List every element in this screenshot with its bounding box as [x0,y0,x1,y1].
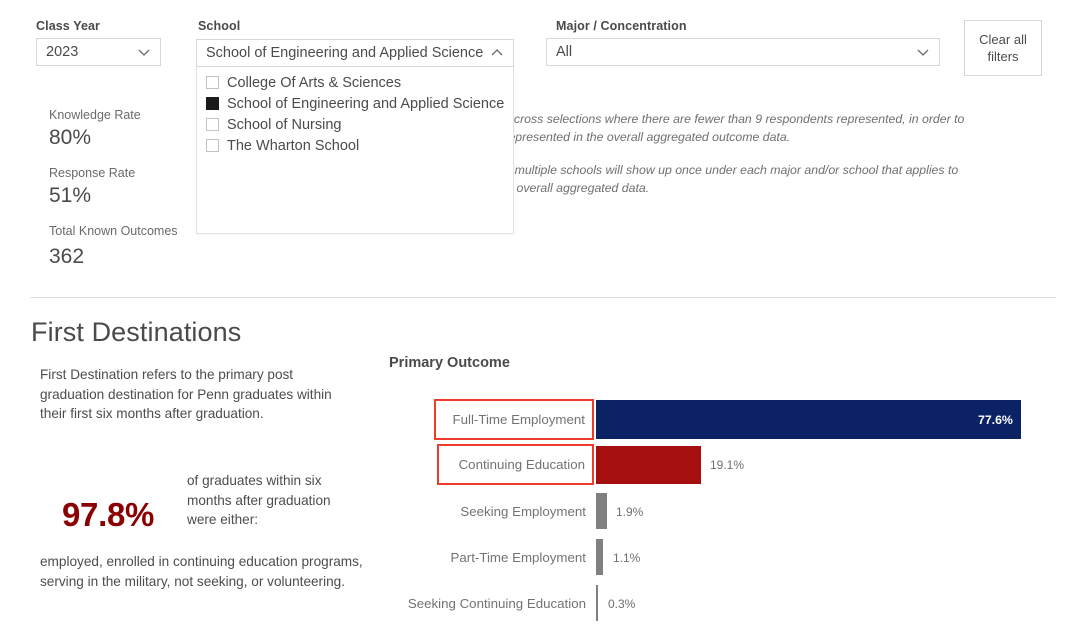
bar-category-label-3[interactable]: Part-Time Employment [394,550,586,565]
checkbox-icon[interactable] [206,139,219,152]
school-option-3[interactable]: The Wharton School [197,135,513,156]
note-paragraph-2-line-2: the overall aggregated data. [496,179,1076,197]
school-option-2[interactable]: School of Nursing [197,114,513,135]
school-dropdown-panel[interactable]: College Of Arts & Sciences School of Eng… [196,67,514,234]
school-option-label: School of Engineering and Applied Scienc… [227,96,504,112]
bar-1[interactable] [596,446,701,484]
note-paragraph-1-line-1: s or cross selections where there are fe… [490,110,1060,128]
bar-4[interactable] [596,585,598,621]
kpi-label-knowledge-rate: Knowledge Rate [49,108,141,122]
big-stat-footer: employed, enrolled in continuing educati… [40,552,370,591]
bar-value-0: 77.6% [978,413,1013,427]
kpi-label-response-rate: Response Rate [49,166,135,180]
chart-title: Primary Outcome [389,355,510,371]
first-destinations-description: First Destination refers to the primary … [40,365,360,424]
chevron-down-icon [136,44,152,60]
bar-category-label-0[interactable]: Full-Time Employment [434,399,594,440]
bar-category-label-2[interactable]: Seeking Employment [394,504,586,519]
note-paragraph-2-line-1: rom multiple schools will show up once u… [490,161,1070,179]
bar-value-3: 1.1% [613,551,640,565]
class-year-select[interactable]: 2023 [36,38,161,66]
school-value: School of Engineering and Applied Scienc… [206,45,489,61]
class-year-label: Class Year [36,19,100,33]
clear-all-filters-line1: Clear all [979,31,1027,48]
major-label: Major / Concentration [556,19,687,33]
kpi-value-total-known-outcomes: 362 [49,245,84,269]
school-label: School [198,19,240,33]
kpi-label-total-known-outcomes: Total Known Outcomes [49,224,178,238]
kpi-value-knowledge-rate: 80% [49,126,91,150]
checkbox-icon[interactable] [206,76,219,89]
school-option-label: College Of Arts & Sciences [227,75,401,91]
checkbox-checked-icon[interactable] [206,97,219,110]
clear-all-filters-line2: filters [987,48,1018,65]
bar-value-2: 1.9% [616,505,643,519]
clear-all-filters-button[interactable]: Clear all filters [964,20,1042,76]
bar-value-1: 19.1% [710,458,744,472]
chevron-up-icon [489,45,505,61]
big-stat-value: 97.8% [62,496,154,534]
bar-value-4: 0.3% [608,597,635,611]
bar-category-label-1[interactable]: Continuing Education [437,444,594,485]
bar-2[interactable] [596,493,607,529]
school-select[interactable]: School of Engineering and Applied Scienc… [196,39,514,67]
school-option-label: The Wharton School [227,138,359,154]
school-option-1[interactable]: School of Engineering and Applied Scienc… [197,93,513,114]
bar-0[interactable] [596,400,1021,439]
class-year-value: 2023 [46,44,136,60]
big-stat-text: of graduates within six months after gra… [187,471,359,530]
section-divider [30,297,1056,298]
checkbox-icon[interactable] [206,118,219,131]
major-select[interactable]: All [546,38,940,66]
school-option-0[interactable]: College Of Arts & Sciences [197,72,513,93]
note-paragraph-1-line-2: re represented in the overall aggregated… [490,128,1060,146]
dashboard-root: Class Year 2023 School School of Enginee… [0,0,1080,634]
page-title: First Destinations [31,317,241,348]
kpi-value-response-rate: 51% [49,184,91,208]
bar-3[interactable] [596,539,603,575]
school-option-label: School of Nursing [227,117,341,133]
bar-category-label-4[interactable]: Seeking Continuing Education [340,596,586,611]
major-value: All [556,44,915,60]
chevron-down-icon [915,44,931,60]
